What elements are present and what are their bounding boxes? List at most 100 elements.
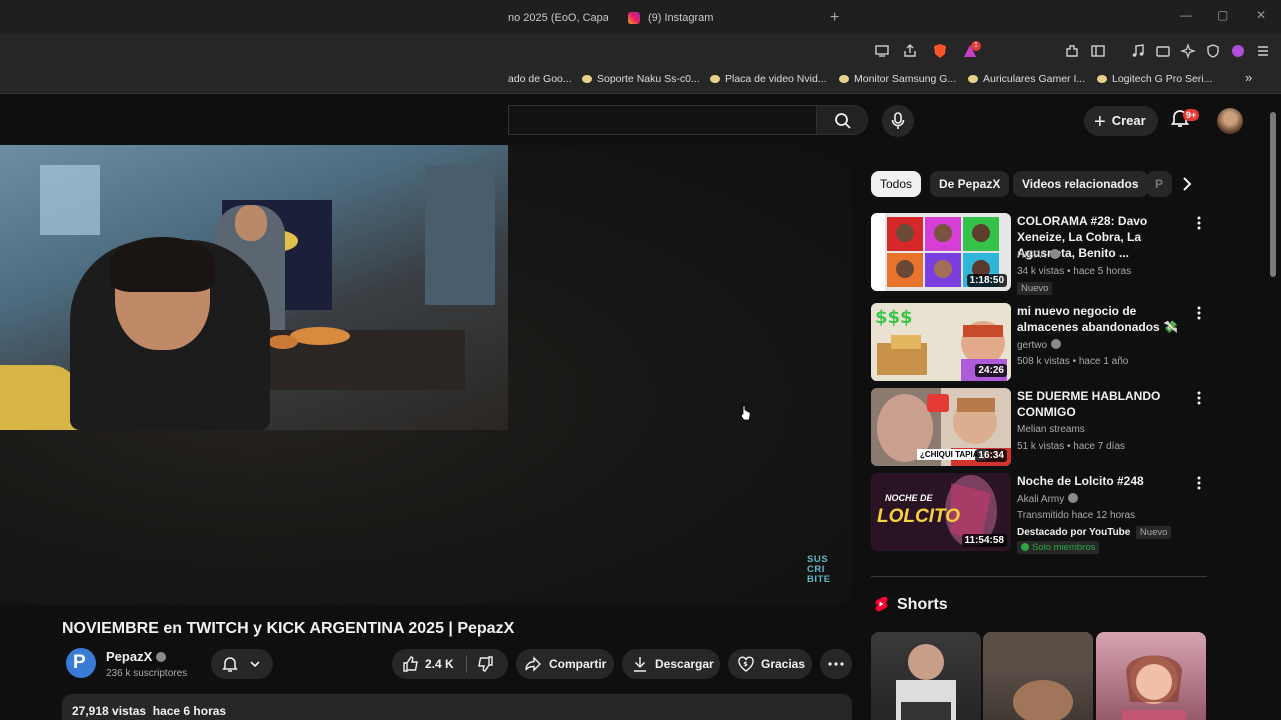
extensions-icon[interactable] <box>1064 43 1080 59</box>
recommended-video[interactable]: NOCHE DE LOLCITO 11:54:58 Noche de Lolci… <box>871 473 1211 563</box>
share-icon <box>525 656 541 672</box>
bookmark-item[interactable]: Soporte Naku Ss-c0... <box>582 73 700 85</box>
channel-avatar[interactable]: P <box>66 648 96 678</box>
bookmarks-overflow-button[interactable]: » <box>1245 70 1252 85</box>
short-thumbnail-art <box>983 632 1093 720</box>
video-player[interactable]: SUS CRI BITE <box>0 145 852 605</box>
bookmark-item[interactable]: Logitech G Pro Seri... <box>1097 73 1212 85</box>
notifications-badge: 9+ <box>1183 109 1200 121</box>
thanks-button[interactable]: $ Gracias <box>728 649 812 679</box>
channel-name[interactable]: gertwo <box>1017 339 1062 351</box>
music-icon[interactable] <box>1130 43 1146 59</box>
chip-channel[interactable]: De PepazX <box>930 171 1010 197</box>
channel-name[interactable]: HISPA <box>1017 249 1061 261</box>
page-scrollbar[interactable] <box>1270 112 1276 277</box>
bookmark-icon <box>839 75 849 83</box>
shorts-icon <box>875 596 888 612</box>
more-vertical-icon[interactable] <box>1195 390 1203 406</box>
webcam-overlay <box>0 145 508 430</box>
dislike-button[interactable] <box>470 649 508 679</box>
share-button[interactable]: Compartir <box>516 649 614 679</box>
new-tab-button[interactable]: + <box>830 6 839 30</box>
browser-tab[interactable]: no 2025 (EoO, Capaz, l <box>508 6 608 30</box>
recommended-video[interactable]: $$$ 24:26 mi nuevo negocio de almacenes … <box>871 303 1211 383</box>
more-vertical-icon[interactable] <box>1195 305 1203 321</box>
download-button[interactable]: Descargar <box>622 649 720 679</box>
chevron-right-icon[interactable] <box>1178 175 1196 193</box>
like-button[interactable]: 2.4 K <box>392 649 464 679</box>
short-thumbnail-art <box>896 644 956 720</box>
tab-label: (9) Instagram <box>648 12 714 24</box>
leo-ai-icon[interactable] <box>1180 43 1196 59</box>
bookmark-label: Logitech G Pro Seri... <box>1112 73 1213 85</box>
menu-icon[interactable] <box>1255 43 1271 59</box>
video-title: NOVIEMBRE en TWITCH y KICK ARGENTINA 202… <box>62 620 515 637</box>
channel-logo: P <box>73 652 86 673</box>
search-button[interactable] <box>816 105 868 135</box>
members-icon <box>1021 543 1029 551</box>
view-count: 27,918 vistas <box>72 704 147 718</box>
chip-related[interactable]: Videos relacionados <box>1013 171 1148 197</box>
channel-name[interactable]: Melian streams <box>1017 424 1085 435</box>
close-window-button[interactable]: ✕ <box>1256 8 1266 22</box>
video-title[interactable]: Noche de Lolcito #248 <box>1017 473 1193 489</box>
browser-tab-instagram[interactable]: (9) Instagram <box>626 6 826 30</box>
featured-row: Destacado por YouTube Nuevo <box>1017 526 1172 539</box>
recommended-video[interactable]: 1:18:50 COLORAMA #28: Davo Xeneize, La C… <box>871 213 1211 295</box>
video-thumbnail[interactable]: NOCHE DE LOLCITO 11:54:58 <box>871 473 1011 551</box>
bookmark-item[interactable]: Monitor Samsung G... <box>839 73 956 85</box>
profile-icon[interactable] <box>1230 43 1246 59</box>
download-icon <box>634 657 646 672</box>
account-avatar[interactable] <box>1217 108 1243 134</box>
short-card[interactable] <box>983 632 1093 720</box>
cast-icon[interactable] <box>874 43 890 59</box>
download-label: Descargar <box>655 657 714 671</box>
like-divider <box>466 655 467 673</box>
subscriber-count: 236 k suscriptores <box>106 668 188 679</box>
more-vertical-icon[interactable] <box>1195 475 1203 491</box>
create-label: Crear <box>1111 113 1146 128</box>
search-input[interactable] <box>508 105 816 135</box>
minimize-button[interactable]: — <box>1180 8 1192 22</box>
more-actions-button[interactable] <box>820 649 852 679</box>
webcam-scene-window <box>40 165 100 235</box>
brave-shield-icon[interactable] <box>932 43 948 59</box>
video-thumbnail[interactable]: $$$ 24:26 <box>871 303 1011 381</box>
recommended-video[interactable]: ¿CHIQUI TAPIA? 16:34 SE DUERME HABLANDO … <box>871 388 1211 468</box>
maximize-button[interactable]: ▢ <box>1217 8 1228 22</box>
share-page-icon[interactable] <box>902 43 918 59</box>
bookmark-icon <box>582 75 592 83</box>
youtube-header: + Crear <box>0 95 1281 145</box>
watermark-line: BITE <box>807 574 831 585</box>
chip-more[interactable]: P <box>1146 171 1172 197</box>
video-stats: 51 k vistas • hace 7 días <box>1017 441 1126 452</box>
video-title[interactable]: SE DUERME HABLANDO CONMIGO <box>1017 388 1193 420</box>
webcam-scene-pizza <box>290 327 350 345</box>
bookmark-item[interactable]: Placa de video Nvid... <box>710 73 827 85</box>
short-card[interactable] <box>871 632 981 720</box>
channel-name[interactable]: Akali Army <box>1017 493 1079 505</box>
subscription-bell-button[interactable] <box>211 649 273 679</box>
sidebar-toggle-icon[interactable] <box>1090 43 1106 59</box>
featured-label: Destacado por YouTube <box>1017 527 1131 538</box>
tab-label: no 2025 (EoO, Capaz, l <box>508 12 608 24</box>
bookmark-item[interactable]: ado de Goo... <box>508 73 572 85</box>
subscribe-watermark[interactable]: SUS CRI BITE <box>807 555 841 585</box>
bookmark-item[interactable]: Auriculares Gamer I... <box>968 73 1085 85</box>
vpn-shield-icon[interactable] <box>1205 43 1221 59</box>
shorts-title: Shorts <box>897 596 948 613</box>
channel-label: Akali Army <box>1017 494 1065 505</box>
short-card[interactable] <box>1096 632 1206 720</box>
voice-search-button[interactable] <box>882 105 914 137</box>
more-vertical-icon[interactable] <box>1195 215 1203 231</box>
video-thumbnail[interactable]: ¿CHIQUI TAPIA? 16:34 <box>871 388 1011 466</box>
chip-todos[interactable]: Todos <box>871 171 922 197</box>
thumbnail-caption: NOCHE DE <box>885 493 933 503</box>
video-title[interactable]: mi nuevo negocio de almacenes abandonado… <box>1017 303 1193 335</box>
channel-label: HISPA <box>1017 250 1047 261</box>
wallet-icon[interactable] <box>1155 43 1171 59</box>
more-horizontal-icon <box>828 662 844 666</box>
create-button[interactable]: + Crear <box>1084 106 1158 136</box>
channel-name[interactable]: PepazX <box>106 649 167 664</box>
video-thumbnail[interactable]: 1:18:50 <box>871 213 1011 291</box>
